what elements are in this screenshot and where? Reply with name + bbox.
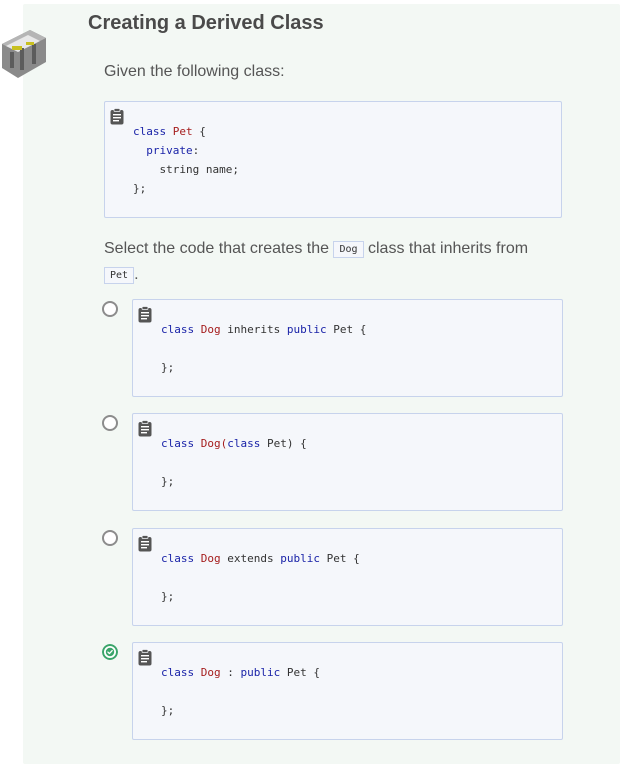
code-line: class Pet {	[133, 125, 206, 138]
option-4-code-block[interactable]: class Dog : public Pet { };	[132, 642, 563, 740]
clipboard-icon[interactable]	[138, 420, 152, 437]
option-2-code-block[interactable]: class Dog(class Pet) { };	[132, 413, 563, 511]
clipboard-icon[interactable]	[138, 306, 152, 323]
page-title: Creating a Derived Class	[88, 12, 324, 34]
code-line: class Dog : public Pet {	[161, 666, 320, 679]
code-line: class Dog inherits public Pet {	[161, 323, 367, 336]
option-2-radio[interactable]	[102, 415, 118, 431]
intro-text: Given the following class:	[104, 63, 285, 80]
question-text: Select the code that creates the Dog cla…	[104, 236, 554, 288]
option-3-radio[interactable]	[102, 530, 118, 546]
code-line: private:	[146, 144, 200, 157]
question-middle: class that inherits from	[368, 240, 529, 257]
code-line: class Dog extends public Pet {	[161, 552, 360, 565]
codio-logo-icon	[2, 30, 46, 78]
code-line: };	[133, 182, 147, 195]
code-line: };	[161, 704, 175, 717]
option-3-code-block[interactable]: class Dog extends public Pet { };	[132, 528, 563, 626]
code-line: string name;	[133, 163, 239, 176]
inline-code-pet: Pet	[104, 267, 135, 284]
question-after: .	[134, 266, 139, 283]
clipboard-icon[interactable]	[138, 649, 152, 666]
question-before: Select the code that creates the	[104, 240, 330, 257]
code-line: };	[161, 590, 175, 603]
clipboard-icon[interactable]	[138, 535, 152, 552]
option-1-radio[interactable]	[102, 301, 118, 317]
inline-code-dog: Dog	[333, 241, 364, 258]
given-code-block: class Pet { private: string name; };	[104, 101, 562, 218]
option-4-radio-checked-icon[interactable]	[102, 644, 118, 660]
clipboard-icon[interactable]	[110, 108, 124, 125]
code-line: };	[161, 475, 175, 488]
option-1-code-block[interactable]: class Dog inherits public Pet { };	[132, 299, 563, 397]
code-line: };	[161, 361, 175, 374]
code-line: class Dog(class Pet) {	[161, 437, 307, 450]
